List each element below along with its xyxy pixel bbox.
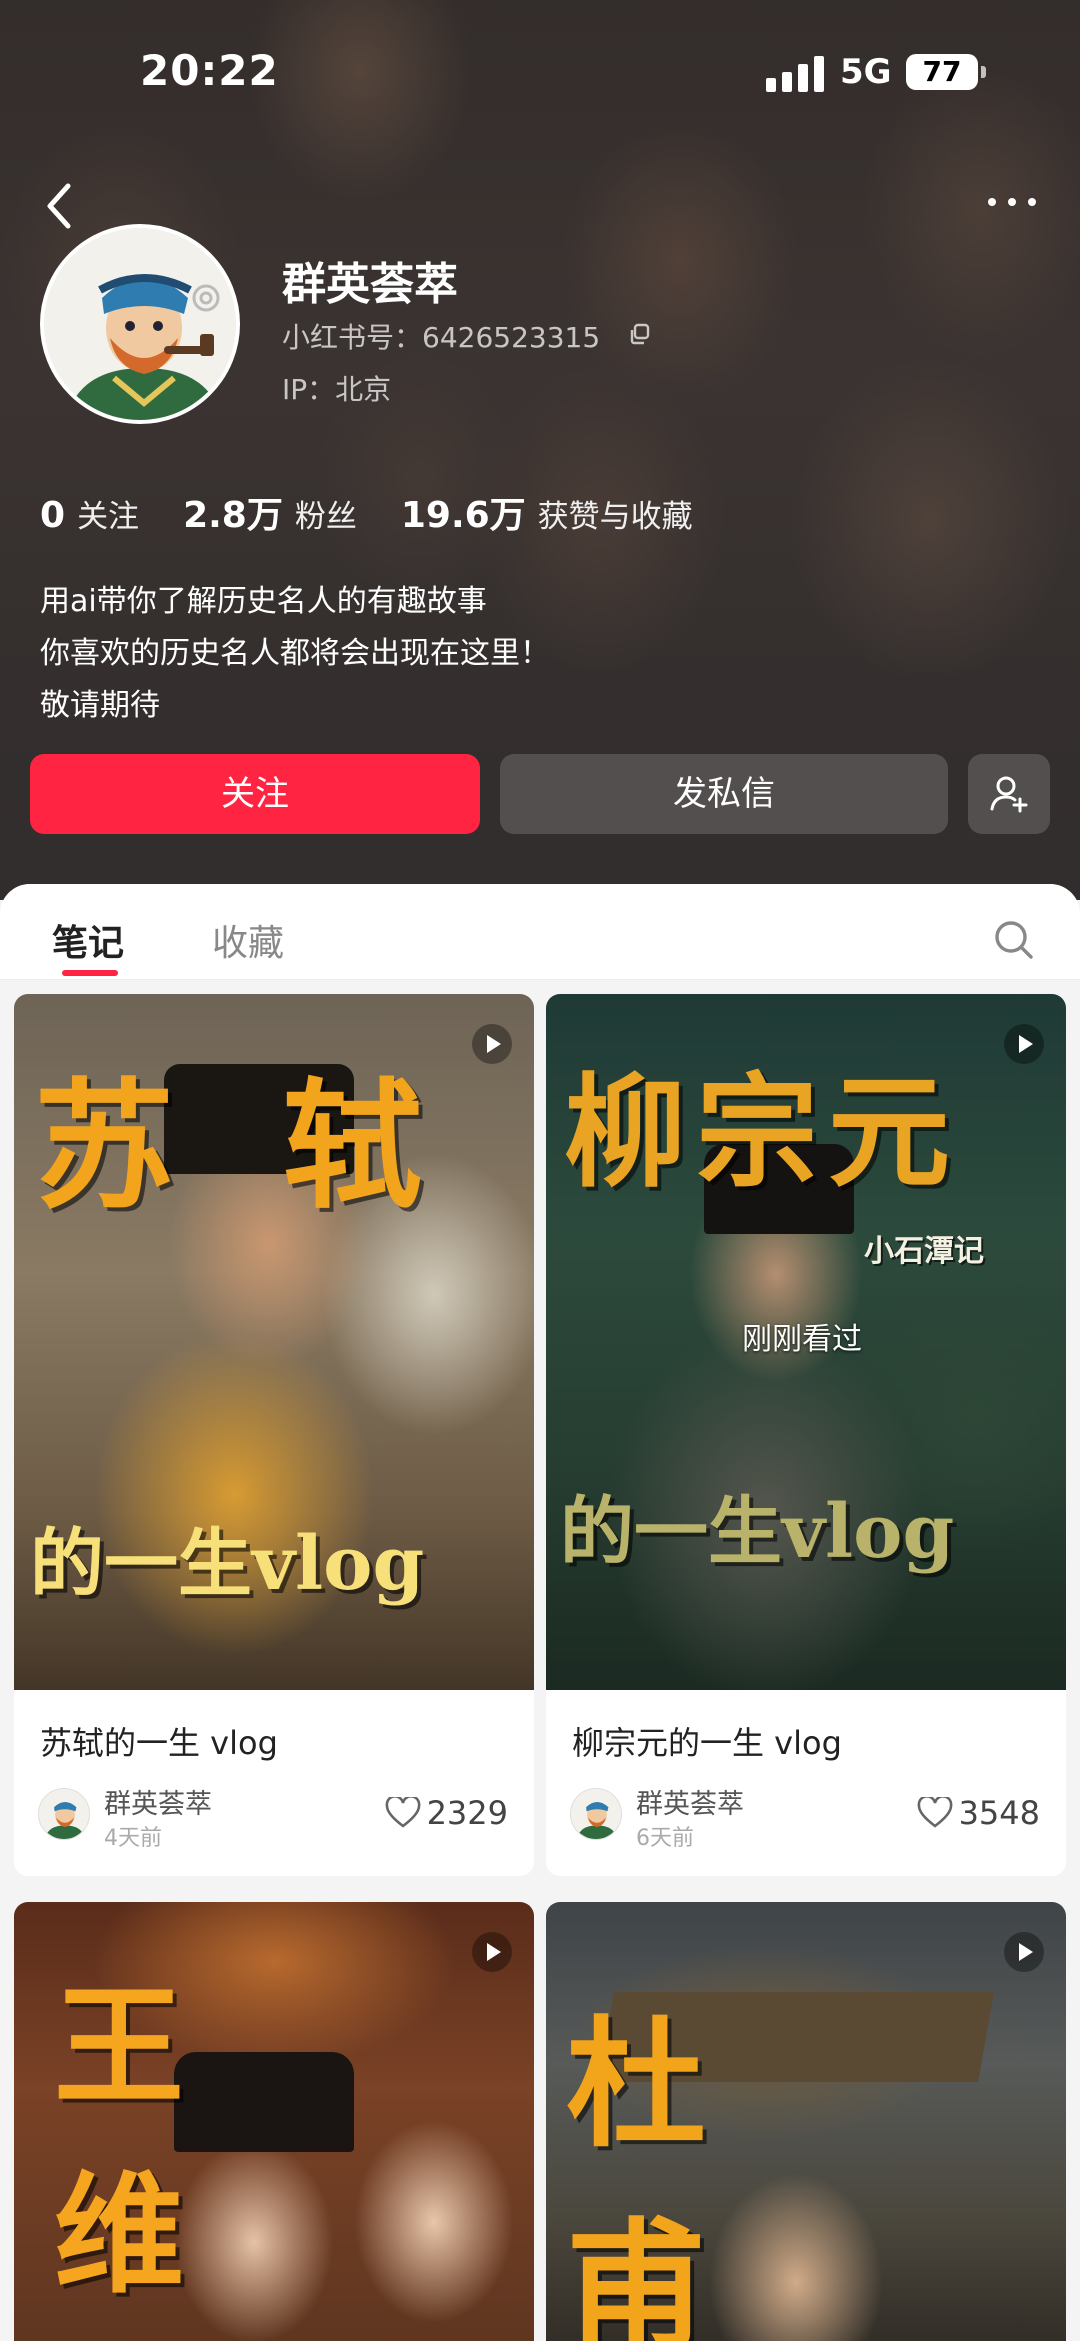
stat-value: 0 bbox=[40, 495, 66, 536]
search-icon bbox=[995, 921, 1033, 959]
status-time: 20:22 bbox=[140, 46, 279, 95]
follow-button[interactable]: 关注 bbox=[30, 754, 480, 834]
note-cover: 苏 轼 的一生vlog bbox=[14, 994, 534, 1690]
note-cover: 王 维 bbox=[14, 1902, 534, 2341]
stat-followers[interactable]: 2.8万 粉丝 bbox=[183, 486, 357, 538]
profile-ip: IP：北京 bbox=[282, 373, 392, 406]
stat-value: 2.8万 bbox=[183, 495, 283, 536]
profile-header: 20:22 5G 77 群英荟萃 小红书号：6426523315 IP：北京 0… bbox=[0, 0, 1080, 900]
like-button[interactable]: 2329 bbox=[385, 1794, 508, 1832]
add-friend-button[interactable] bbox=[968, 754, 1050, 834]
battery-icon: 77 bbox=[906, 54, 986, 90]
bio-line: 你喜欢的历史名人都将会出现在这里！ bbox=[40, 636, 550, 671]
bio-line: 敬请期待 bbox=[40, 688, 160, 723]
profile-avatar[interactable] bbox=[40, 224, 240, 424]
network-type: 5G bbox=[840, 52, 892, 92]
signal-icon bbox=[766, 56, 826, 92]
heart-icon bbox=[917, 1797, 952, 1828]
active-tab-indicator bbox=[62, 970, 118, 976]
cover-subtitle: 小石潭记 bbox=[864, 1234, 984, 1269]
cover-vlog-text: 的一生vlog bbox=[560, 1489, 955, 1575]
video-play-icon bbox=[472, 1932, 512, 1972]
search-button[interactable] bbox=[992, 918, 1036, 962]
tab-bar: 笔记 收藏 bbox=[0, 884, 1080, 980]
more-icon bbox=[988, 198, 996, 206]
profile-nickname: 群英荟萃 bbox=[282, 259, 458, 310]
stat-value: 19.6万 bbox=[400, 495, 526, 536]
note-card[interactable]: 柳宗元 小石潭记 刚刚看过 的一生vlog 柳宗元的一生 vlog 群英荟萃 6… bbox=[546, 994, 1066, 1876]
back-button[interactable] bbox=[40, 180, 80, 232]
more-button[interactable] bbox=[984, 192, 1044, 212]
van-gogh-avatar-image bbox=[44, 228, 236, 420]
note-card[interactable]: 王 维 bbox=[14, 1902, 534, 2341]
stat-likes-collects[interactable]: 19.6万 获赞与收藏 bbox=[401, 486, 693, 538]
profile-bio: 用ai带你了解历史名人的有趣故事 你喜欢的历史名人都将会出现在这里！ 敬请期待 bbox=[40, 576, 550, 732]
note-card[interactable]: 苏 轼 的一生vlog 苏轼的一生 vlog 群英荟萃 4天前 2329 bbox=[14, 994, 534, 1876]
like-count: 3548 bbox=[958, 1794, 1040, 1832]
note-author: 群英荟萃 bbox=[104, 1789, 212, 1820]
notes-sheet: 笔记 收藏 苏 轼 的一生vlog 苏轼的一生 vlog 群英荟萃 4天前 23… bbox=[0, 884, 1080, 2341]
profile-red-id: 小红书号：6426523315 bbox=[282, 321, 601, 354]
heart-icon bbox=[385, 1797, 420, 1828]
cover-title: 杜 甫 bbox=[566, 2003, 787, 2341]
note-card[interactable]: 杜 甫 bbox=[546, 1902, 1066, 2341]
tab-collections[interactable]: 收藏 bbox=[212, 914, 284, 966]
stat-label: 粉丝 bbox=[294, 499, 357, 535]
cover-title: 柳宗元 bbox=[564, 1060, 960, 1204]
note-time: 4天前 bbox=[104, 1826, 162, 1851]
cover-title: 苏 轼 bbox=[34, 1065, 453, 1229]
note-cover: 杜 甫 bbox=[546, 1902, 1066, 2341]
author-avatar bbox=[570, 1788, 622, 1840]
video-play-icon bbox=[1004, 1932, 1044, 1972]
cover-vlog-text: 的一生vlog bbox=[30, 1521, 425, 1607]
note-time: 6天前 bbox=[636, 1826, 694, 1851]
message-button[interactable]: 发私信 bbox=[500, 754, 948, 834]
tab-notes[interactable]: 笔记 bbox=[52, 914, 124, 966]
chevron-left-icon bbox=[47, 183, 71, 229]
video-play-icon bbox=[472, 1024, 512, 1064]
note-author: 群英荟萃 bbox=[636, 1789, 744, 1820]
video-play-icon bbox=[1004, 1024, 1044, 1064]
recently-viewed-badge: 刚刚看过 bbox=[742, 1322, 862, 1357]
cover-title: 王 维 bbox=[54, 1970, 275, 2311]
bio-line: 用ai带你了解历史名人的有趣故事 bbox=[40, 584, 487, 619]
stat-label: 获赞与收藏 bbox=[537, 499, 693, 535]
like-button[interactable]: 3548 bbox=[917, 1794, 1040, 1832]
profile-stats: 0 关注 2.8万 粉丝 19.6万 获赞与收藏 bbox=[40, 486, 737, 536]
stat-label: 关注 bbox=[77, 499, 140, 535]
note-title: 柳宗元的一生 vlog bbox=[572, 1724, 842, 1762]
note-title: 苏轼的一生 vlog bbox=[40, 1724, 278, 1762]
note-cover: 柳宗元 小石潭记 刚刚看过 的一生vlog bbox=[546, 994, 1066, 1690]
author-avatar bbox=[38, 1788, 90, 1840]
add-user-icon bbox=[990, 776, 1028, 813]
copy-icon[interactable] bbox=[628, 322, 652, 346]
status-bar: 20:22 5G 77 bbox=[0, 0, 1080, 150]
like-count: 2329 bbox=[426, 1794, 508, 1832]
stat-following[interactable]: 0 关注 bbox=[40, 491, 139, 536]
